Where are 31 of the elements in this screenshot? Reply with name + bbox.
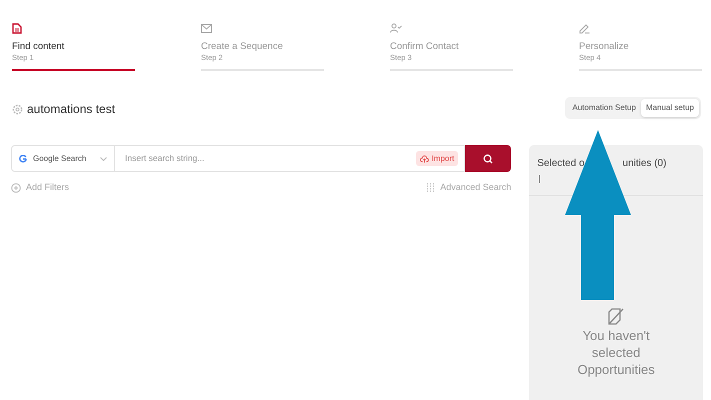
empty-note-icon [608, 308, 624, 325]
search-button[interactable] [465, 145, 512, 172]
plus-circle-icon [11, 182, 21, 193]
panel-heading: unities (0) [622, 157, 666, 171]
source-dropdown[interactable]: Google Search [11, 145, 115, 172]
envelope-icon [201, 24, 212, 32]
document-icon [12, 22, 22, 34]
search-field[interactable]: Insert search string... Import [115, 145, 466, 172]
advanced-search-button[interactable]: Advanced Search [426, 181, 512, 194]
empty-message: You haven't [582, 327, 650, 344]
pencil-icon [579, 22, 590, 34]
cloud-upload-icon [420, 154, 429, 162]
search-icon [483, 154, 494, 164]
user-check-icon [390, 23, 402, 33]
empty-message: Opportunities [577, 361, 655, 378]
add-filters-button[interactable]: Add Filters [11, 181, 70, 194]
step-title: Personalize [579, 41, 630, 53]
mode-tab[interactable]: Manual setup [640, 99, 699, 117]
text-cursor [539, 175, 540, 183]
panel-heading: Selected o [537, 157, 585, 171]
chevron-down-icon [100, 156, 107, 160]
step-title: Confirm Contact [390, 41, 460, 53]
mode-tab[interactable]: Automation Setup [567, 99, 641, 117]
google-logo-icon [19, 154, 27, 162]
campaign-title: automations test [27, 101, 116, 118]
sliders-icon [426, 183, 436, 192]
import-button[interactable]: Import [416, 151, 458, 166]
step-title: Find content [12, 41, 66, 53]
step-title: Create a Sequence [201, 41, 284, 53]
source-label: Google Search [33, 152, 88, 164]
empty-message: selected [592, 344, 640, 361]
